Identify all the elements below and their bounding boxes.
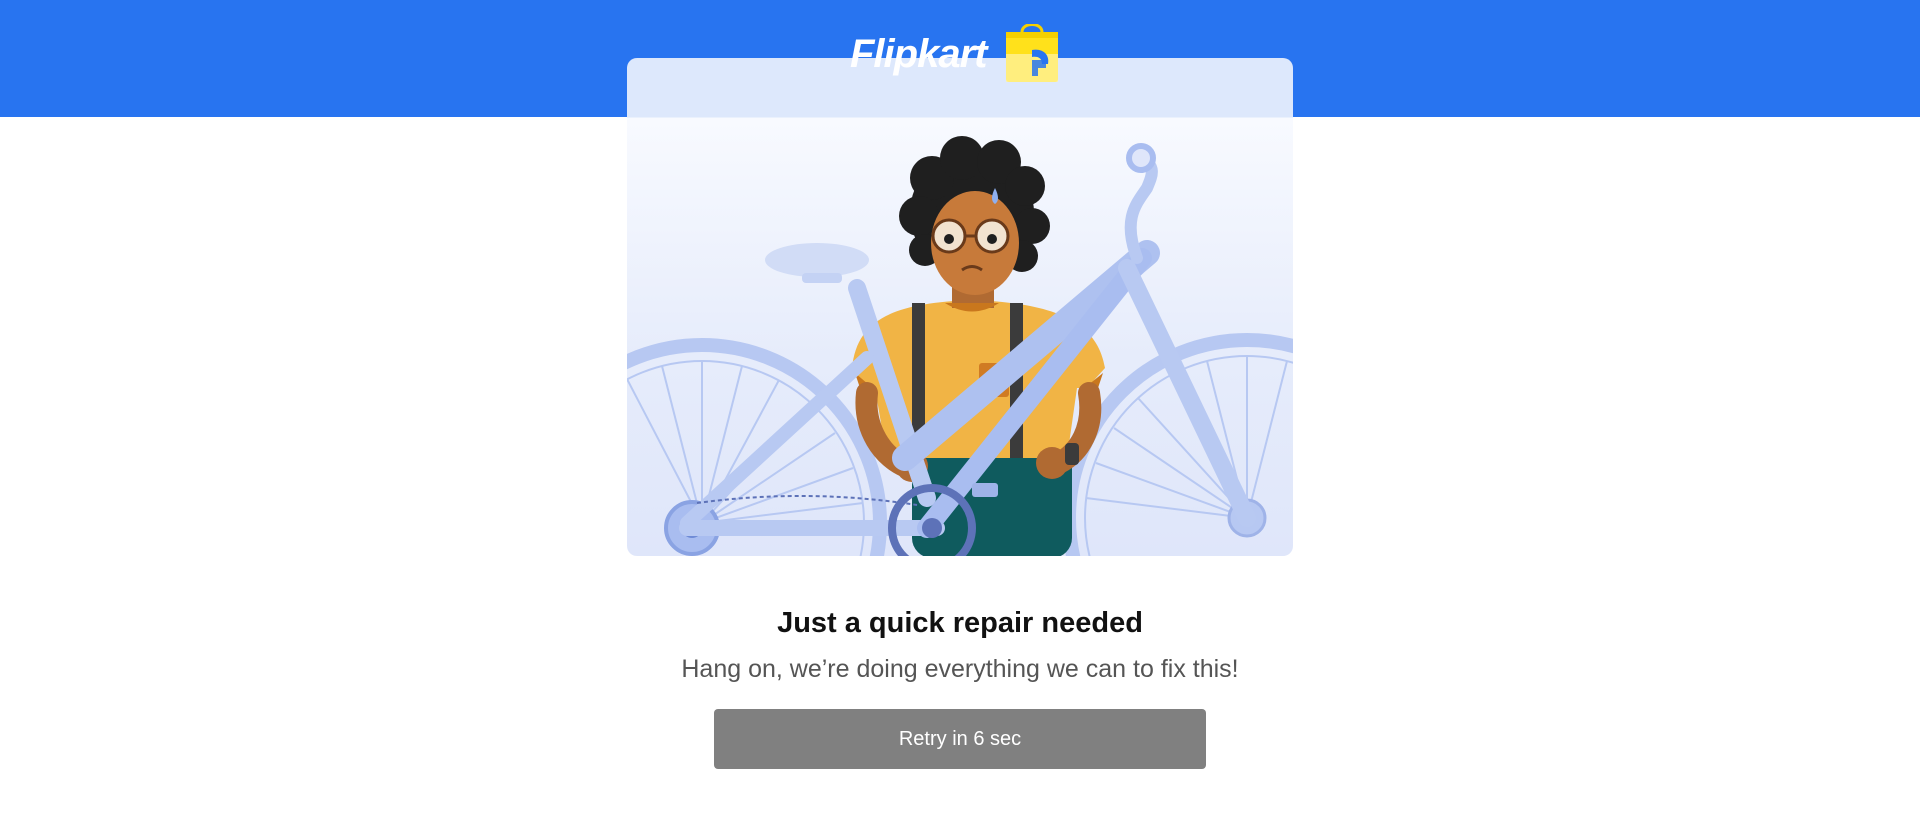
- error-subtitle: Hang on, we’re doing everything we can t…: [681, 655, 1239, 683]
- error-title: Just a quick repair needed: [777, 607, 1143, 639]
- logo-text: Flipkart: [850, 32, 987, 76]
- bike-seat: [765, 243, 869, 277]
- shopping-bag-icon: [1006, 24, 1059, 82]
- error-illustration-card: [627, 58, 1293, 556]
- flipkart-logo[interactable]: Flipkart: [850, 24, 1062, 84]
- retry-button[interactable]: Retry in 6 sec: [714, 709, 1206, 769]
- bicycle-repair-illustration: [627, 136, 1293, 556]
